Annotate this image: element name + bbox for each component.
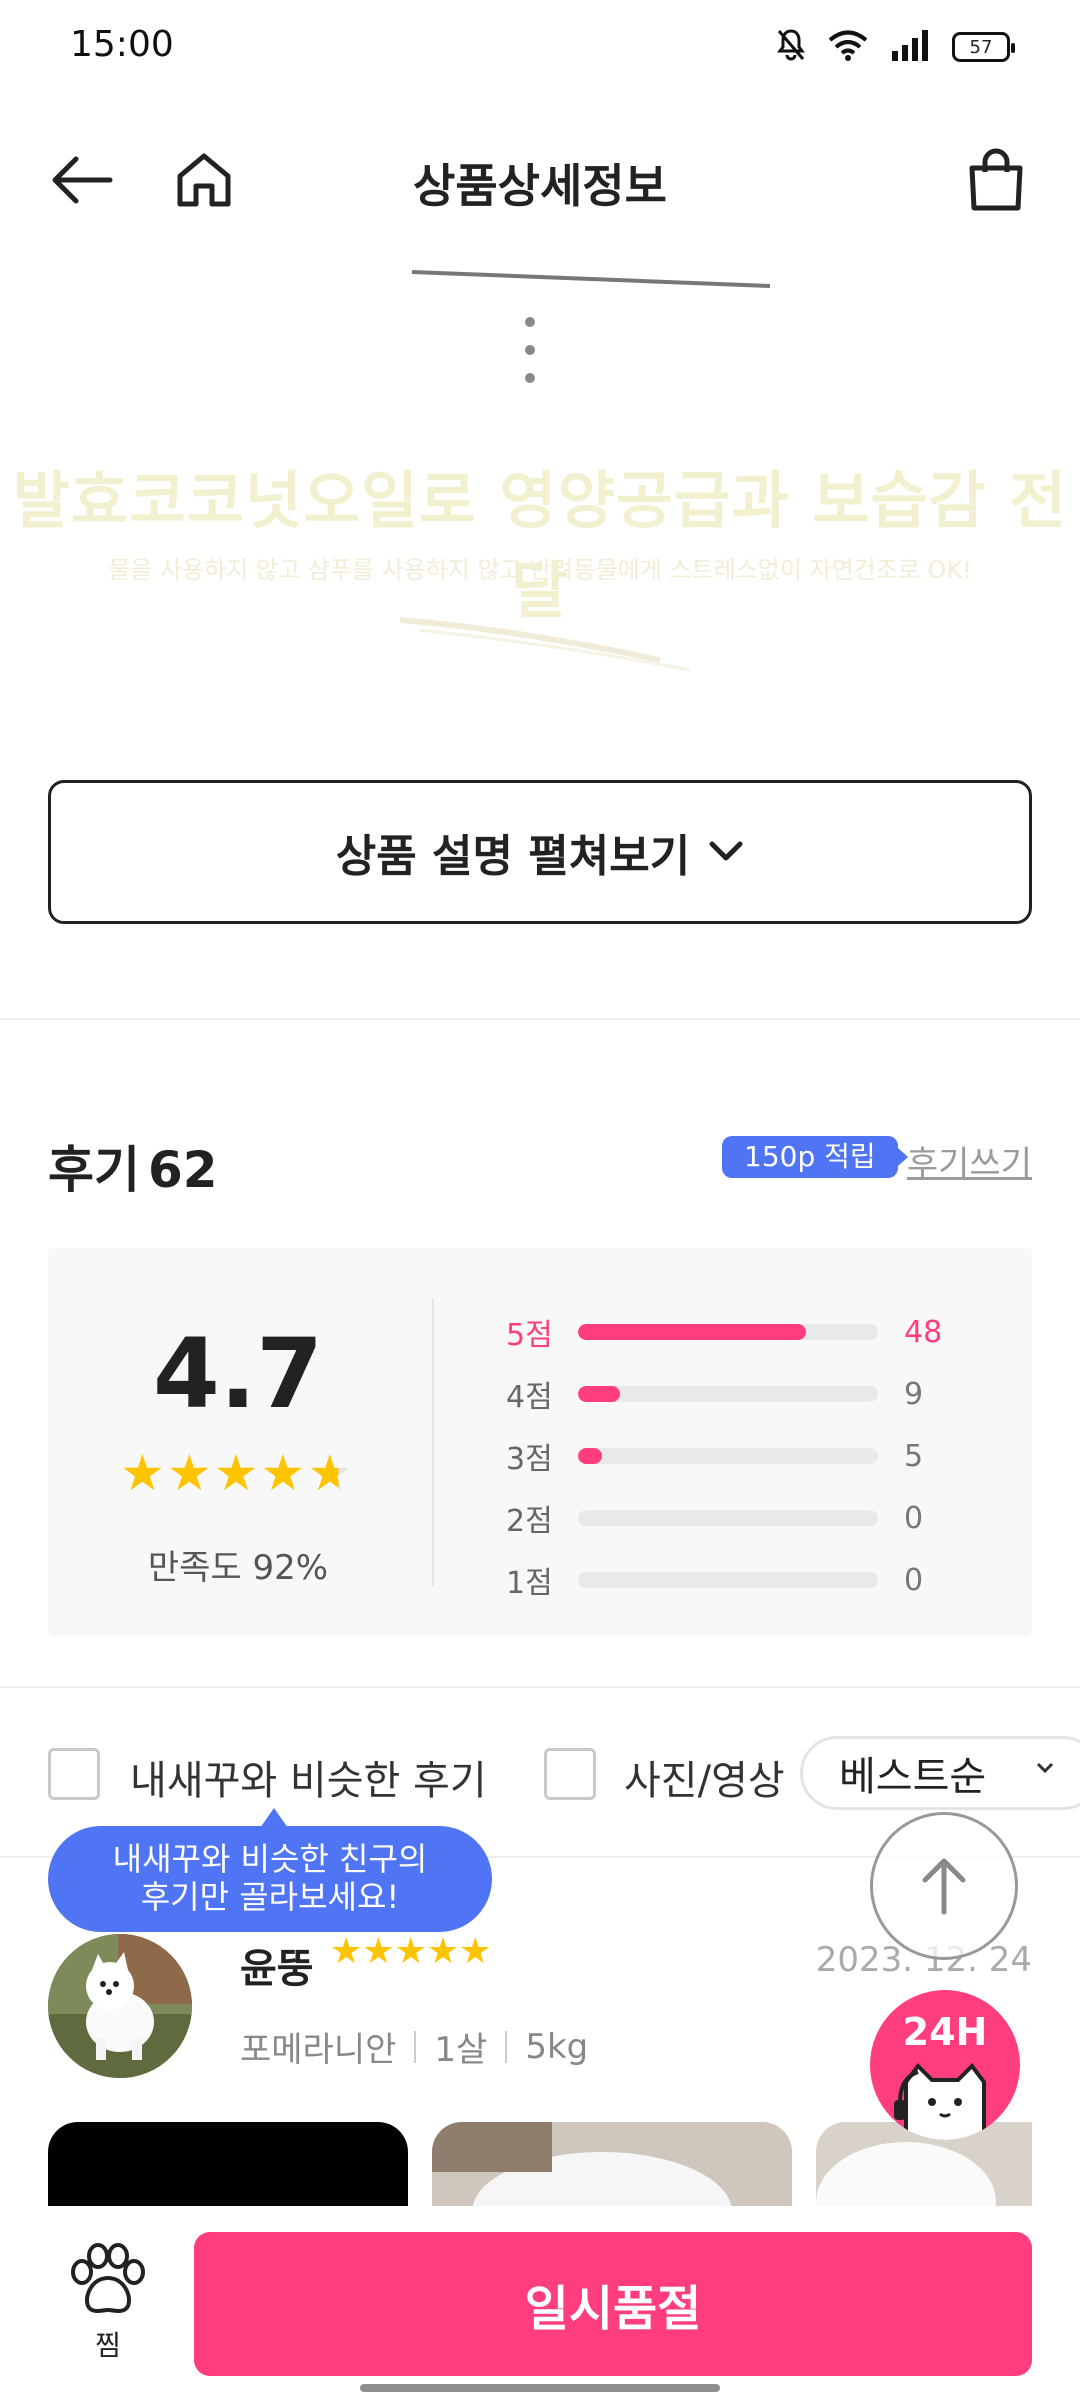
average-rating: 4.7 [152,1318,324,1430]
rating-distribution-row: 1점 0 [506,1560,986,1602]
cart-button[interactable] [956,140,1036,220]
rating-summary: 4.7 ★ ★ ★ ★ ★ 만족도 92% 5점 48 4점 9 3점 5 2점… [48,1248,1032,1636]
sort-dropdown[interactable]: 베스트순 [800,1736,1080,1810]
rating-count: 5 [904,1438,924,1474]
star-icon: ★ [362,1931,395,1972]
rating-bar-track [578,1572,878,1588]
status-bar: 15:00 57 [0,0,1080,96]
reviews-count: 62 [148,1141,218,1199]
section-divider [0,1686,1080,1688]
review-stars: ★ ★ ★ ★ ★ [330,1934,491,1970]
rating-bar-track [578,1324,878,1340]
home-indicator [360,2384,720,2392]
rating-label: 5점 [506,1318,553,1353]
star-icon: ★ [394,1931,427,1972]
rating-count: 0 [904,1562,924,1598]
battery-icon: 57 [952,32,1015,62]
rating-bar-fill [578,1448,602,1464]
similar-review-tooltip: 내새꾸와 비슷한 친구의 후기만 골라보세요! [48,1808,492,1932]
sort-selected-value: 베스트순 [839,1754,987,1800]
star-icon: ★ [426,1931,460,1972]
wish-label: 찜 [95,2329,121,2362]
points-badge: 150p 적립 [722,1136,908,1178]
star-icon: ★ [330,1931,363,1972]
chat-support-button[interactable]: 24H [870,1990,1020,2140]
status-time: 15:00 [70,24,174,65]
star-icon: ★ [166,1444,212,1502]
wish-button[interactable]: 찜 [66,2242,150,2364]
reviews-title-text: 후기 [48,1141,140,1199]
tooltip-line-1: 내새꾸와 비슷한 친구의 [112,1840,428,1878]
similar-review-checkbox[interactable] [48,1748,100,1800]
paw-icon [71,2243,145,2313]
rating-distribution-row: 5점 48 [506,1312,986,1354]
section-divider [0,1018,1080,1020]
pet-breed: 포메라니안 [240,2030,397,2070]
rating-distribution-row: 4점 9 [506,1374,986,1416]
review-photo-thumbnail[interactable] [432,2122,792,2206]
average-stars: ★ ★ ★ ★ ★ [120,1448,352,1498]
rating-label: 1점 [506,1566,553,1601]
chevron-down-icon [1036,1762,1054,1774]
rating-label: 4점 [506,1380,553,1415]
rating-label: 3점 [506,1442,553,1477]
pet-weight: 5kg [525,2026,589,2067]
review-photo-thumbnail[interactable] [48,2122,408,2206]
rating-count: 9 [904,1376,924,1412]
expand-description-label: 상품 설명 펼쳐보기 [335,831,691,882]
rating-count: 48 [904,1314,943,1350]
review-filter-row: 내새꾸와 비슷한 후기 사진/영상 베스트순 [0,1736,1080,1820]
star-icon: ★ [260,1444,306,1502]
status-icons: 57 [776,28,1015,66]
rating-distribution-row: 3점 5 [506,1436,986,1478]
wifi-icon [828,29,868,65]
star-icon: ★ [120,1444,165,1502]
avatar [48,1934,192,2078]
bottom-action-bar: 찜 일시품절 [0,2206,1080,2400]
arrow-up-icon [922,1858,966,1915]
dog-photo [48,1934,192,2078]
app-header: 상품상세정보 [0,120,1080,240]
shopping-bag-icon [969,148,1023,211]
rating-bar-fill [578,1386,620,1402]
review-photo-strip [48,2122,1032,2206]
rating-bar-track [578,1386,878,1402]
battery-level: 57 [969,36,993,58]
star-icon: ★ [307,1444,353,1502]
rating-bar-fill [578,1324,806,1340]
star-icon: ★ [459,1931,492,1972]
info-separator [505,2030,508,2063]
chevron-down-icon [709,841,743,861]
similar-review-label[interactable]: 내새꾸와 비슷한 후기 [130,1748,487,1806]
photo-video-checkbox[interactable] [544,1748,596,1800]
reviews-heading: 후기 62 [48,1130,218,1202]
rating-divider [432,1298,434,1586]
rating-distribution-row: 2점 0 [506,1498,986,1540]
scroll-to-top-button[interactable] [870,1812,1018,1960]
photo-video-label[interactable]: 사진/영상 [624,1748,785,1806]
reviewer-name: 윤뚱 [240,1946,314,1992]
rating-count: 0 [904,1500,924,1536]
product-subline: 물을 사용하지 않고 샴푸를 사용하지 않고 반려동물에게 스트레스없이 자연건… [108,556,972,584]
pet-info: 포메라니안 1살 5kg [240,2022,588,2071]
rating-bar-track [578,1510,878,1526]
rating-bar-track [578,1448,878,1464]
product-headline: 발효코코넛오일로 영양공급과 보습감 전달 [12,464,1068,627]
write-review-link[interactable]: 후기쓰기 [907,1136,1032,1185]
sold-out-button[interactable]: 일시품절 [194,2232,1032,2376]
product-detail-image: 발효코코넛오일로 영양공급과 보습감 전달 물을 사용하지 않고 샴푸를 사용하… [0,250,1080,710]
pet-age: 1살 [434,2030,488,2070]
cat-mascot-icon [894,2062,986,2140]
rating-label: 2점 [506,1504,553,1539]
signal-icon [890,29,930,65]
satisfaction-rate: 만족도 92% [147,1548,329,1588]
tooltip-line-2: 후기만 골라보세요! [140,1878,400,1916]
page-title: 상품상세정보 [413,159,667,213]
mute-bell-icon [776,28,806,66]
chat-support-label: 24H [902,2010,988,2054]
info-separator [414,2030,417,2063]
expand-description-button[interactable]: 상품 설명 펼쳐보기 [48,780,1032,924]
star-icon: ★ [213,1444,259,1502]
